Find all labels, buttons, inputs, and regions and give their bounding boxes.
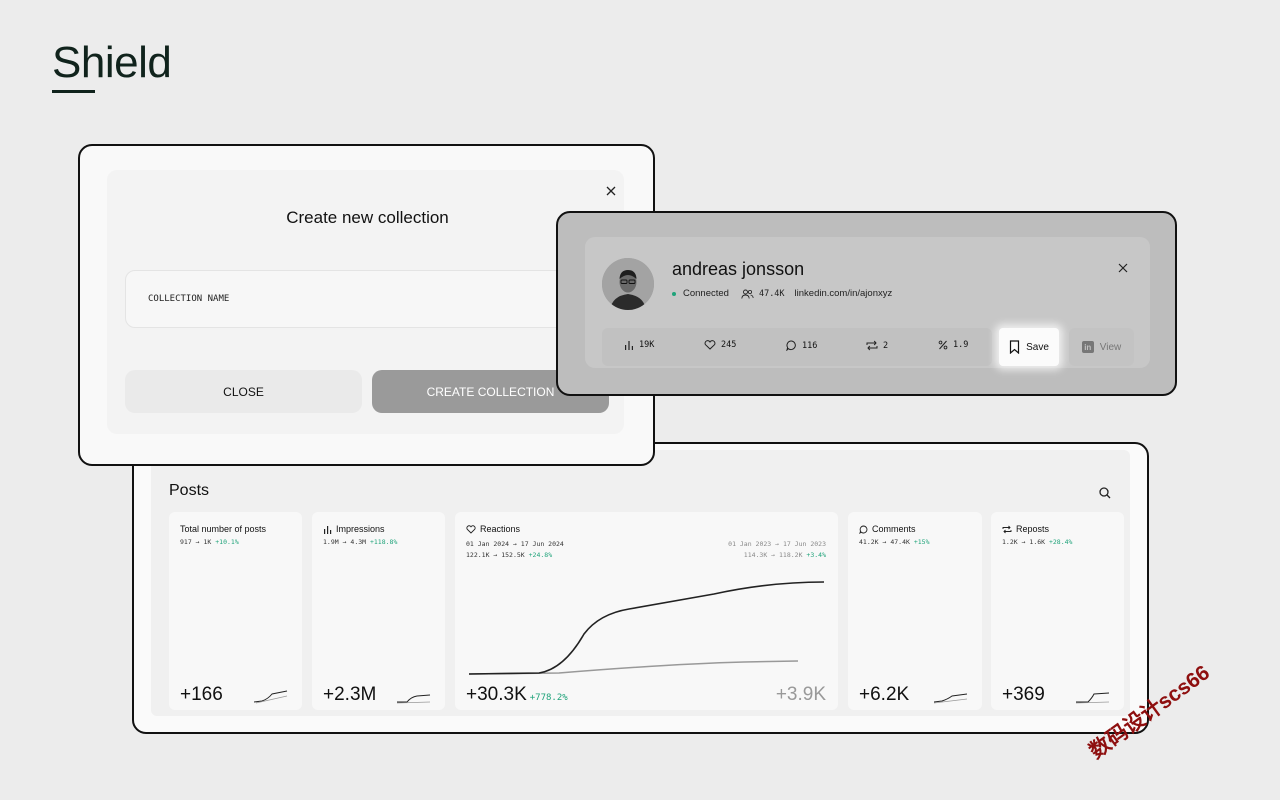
stat-reactions: 245 — [704, 340, 736, 350]
close-icon[interactable] — [604, 184, 618, 198]
card-title: Reactions — [466, 524, 520, 534]
brand-logo: Shield — [52, 38, 172, 87]
person-portrait — [602, 258, 654, 310]
card-big-value-previous: +3.9K — [775, 684, 826, 705]
bar-chart-icon — [625, 341, 633, 350]
bar-chart-icon — [324, 525, 332, 534]
range-previous: 01 Jan 2023 → 17 Jun 2023 — [728, 540, 826, 548]
comment-icon — [786, 340, 796, 351]
posts-title: Posts — [169, 482, 210, 499]
followers-count: 47.4K — [758, 288, 785, 299]
profile-name: andreas jonsson — [672, 259, 805, 279]
heart-icon — [466, 524, 476, 534]
stat-card-total-posts: Total number of posts 917 → 1K +10.1% +1… — [169, 512, 302, 710]
status-dot — [672, 291, 676, 296]
stat-impressions: 19K — [624, 340, 654, 350]
stat-card-reactions: Reactions 01 Jan 2024 → 17 Jun 2024 122.… — [455, 512, 838, 710]
card-big-value: +30.3K +778.2% — [466, 684, 568, 705]
card-change: 917 → 1K +10.1% — [180, 538, 239, 546]
close-button[interactable]: CLOSE — [125, 370, 362, 413]
card-title: Reposts — [1002, 524, 1049, 534]
search-icon[interactable] — [1098, 486, 1112, 500]
posts-panel-body: Posts Total number of posts 917 → 1K +10… — [151, 450, 1130, 716]
percent-icon — [938, 340, 948, 350]
stat-reposts: 2 — [866, 340, 888, 351]
card-title: Total number of posts — [180, 524, 267, 534]
connection-status: Connected — [683, 288, 729, 299]
card-change: 41.2K → 47.4K +15% — [859, 538, 930, 546]
card-big-value: +369 — [1002, 684, 1045, 705]
stat-card-impressions: Impressions 1.9M → 4.3M +118.8% +2.3M — [312, 512, 445, 710]
card-big-value: +6.2K — [859, 684, 910, 705]
card-change: 1.9M → 4.3M +118.8% — [323, 538, 398, 546]
profile-card: andreas jonsson Connected 47.4K linkedin… — [556, 211, 1177, 396]
repost-icon — [1002, 525, 1012, 533]
stat-comments: 116 — [786, 340, 817, 351]
sparkline — [934, 693, 968, 704]
card-title: Comments — [859, 524, 916, 534]
profile-stats: 19K 245 116 2 1.9 — [602, 328, 992, 366]
card-change-previous: 114.3K → 118.2K +3.4% — [743, 551, 826, 559]
card-change: 122.1K → 152.5K +24.8% — [466, 551, 553, 559]
card-title: Impressions — [323, 524, 385, 534]
collection-name-input[interactable] — [125, 270, 608, 328]
sparkline — [397, 694, 431, 704]
stat-card-reposts: Reposts 1.2K → 1.6K +28.4% +369 — [991, 512, 1124, 710]
avatar — [602, 258, 654, 310]
comment-icon — [859, 525, 868, 534]
view-linkedin-button[interactable]: in View — [1069, 328, 1134, 366]
linkedin-icon: in — [1081, 341, 1094, 353]
repost-icon — [866, 340, 878, 351]
heart-icon — [704, 340, 716, 350]
stat-card-comments: Comments 41.2K → 47.4K +15% +6.2K — [848, 512, 982, 710]
previous-period-line — [469, 660, 799, 675]
linkedin-link[interactable]: linkedin.com/in/ajonxyz — [795, 288, 893, 299]
brand-underline — [52, 90, 95, 93]
reactions-chart — [469, 581, 824, 675]
bookmark-icon — [1009, 340, 1020, 354]
save-button[interactable]: Save — [999, 328, 1059, 366]
card-big-value: +2.3M — [323, 684, 377, 705]
range-current: 01 Jan 2024 → 17 Jun 2024 — [466, 540, 564, 548]
sparkline — [254, 690, 288, 704]
current-period-line — [469, 581, 824, 675]
sparkline — [1076, 692, 1110, 704]
people-icon — [741, 289, 754, 299]
posts-panel: Posts Total number of posts 917 → 1K +10… — [132, 442, 1149, 734]
profile-meta: Connected 47.4K linkedin.com/in/ajonxyz — [672, 288, 892, 299]
close-icon[interactable] — [1118, 263, 1128, 273]
stat-engagement: 1.9 — [938, 340, 968, 350]
card-big-value: +166 — [180, 684, 223, 705]
card-change: 1.2K → 1.6K +28.4% — [1002, 538, 1073, 546]
